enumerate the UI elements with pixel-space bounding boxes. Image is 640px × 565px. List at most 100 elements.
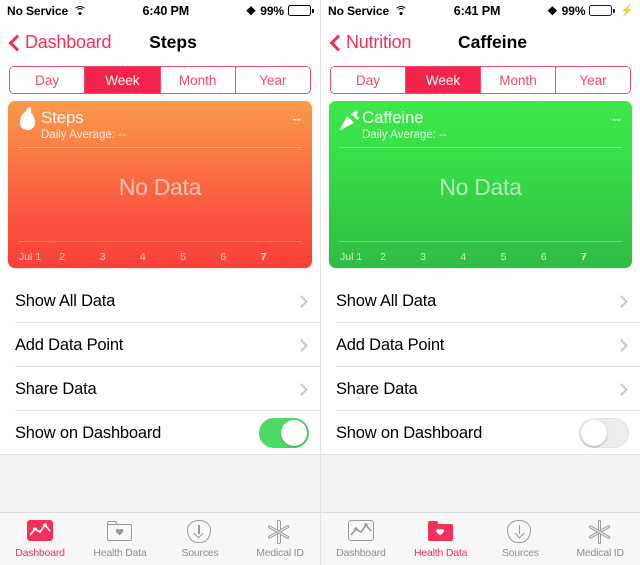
segment-week[interactable]: Week	[406, 67, 481, 93]
list-item-show-all-data[interactable]: Show All Data	[321, 279, 640, 323]
chart-card-header: Steps Daily Average: -- --	[8, 101, 312, 141]
carrier-label: No Service	[328, 3, 390, 18]
tab-bar: Dashboard Health Data Sources Medical ID	[0, 512, 320, 565]
battery-icon	[288, 5, 314, 16]
chevron-left-icon	[9, 34, 20, 52]
chart-top-rule	[339, 147, 622, 148]
bluetooth-icon: ❖	[547, 3, 558, 18]
back-button-label: Dashboard	[25, 32, 112, 52]
empty-space	[0, 455, 320, 512]
tab-label: Medical ID	[256, 546, 304, 559]
folder-heart-icon	[107, 520, 133, 544]
battery-icon	[589, 5, 616, 16]
show-on-dashboard-toggle[interactable]	[579, 418, 629, 448]
nav-bar: Dashboard Steps	[0, 21, 320, 64]
tab-medical-id[interactable]: Medical ID	[240, 513, 320, 565]
back-button[interactable]: Nutrition	[321, 32, 411, 53]
axis-tick: 2	[380, 251, 386, 263]
tab-sources[interactable]: Sources	[160, 513, 240, 565]
list-item-label: Show All Data	[336, 291, 437, 310]
segmented-control[interactable]: Day Week Month Year	[330, 66, 631, 94]
chart-card-title: Caffeine	[362, 108, 424, 127]
chart-card-subtitle: Daily Average: --	[41, 129, 126, 141]
chart-card[interactable]: Steps Daily Average: -- -- No Data Jul 1…	[8, 101, 312, 268]
segment-day[interactable]: Day	[10, 67, 86, 93]
chart-card-title: Steps	[41, 108, 84, 127]
status-left: No Service	[328, 3, 408, 18]
chart-card-value: --	[292, 111, 301, 126]
tab-medical-id[interactable]: Medical ID	[560, 513, 640, 565]
chart-x-axis: Jul 1 2 3 4 5 6 7	[340, 251, 621, 263]
list-item-label: Show on Dashboard	[336, 423, 483, 442]
list-item-show-on-dashboard[interactable]: Show on Dashboard	[321, 411, 640, 455]
options-list: Show All Data Add Data Point Share Data …	[0, 279, 320, 455]
status-bar: No Service 6:41 PM ❖ 99% ⚡	[321, 0, 640, 21]
tab-label: Dashboard	[336, 546, 386, 559]
segment-month[interactable]: Month	[481, 67, 556, 93]
segment-month[interactable]: Month	[160, 67, 236, 93]
list-item-share-data[interactable]: Share Data	[0, 367, 320, 411]
chart-card[interactable]: Caffeine Daily Average: -- -- No Data Ju…	[329, 101, 632, 268]
back-button-label: Nutrition	[346, 32, 412, 52]
tab-dashboard[interactable]: Dashboard	[321, 513, 401, 565]
status-bar: No Service 6:40 PM ❖ 99%	[0, 0, 320, 21]
wifi-icon	[73, 5, 87, 16]
segmented-control-wrap: Day Week Month Year	[321, 64, 640, 101]
axis-tick: 4	[139, 251, 146, 263]
axis-tick: 5	[500, 251, 507, 263]
axis-tick: 7	[580, 251, 587, 263]
nav-bar: Nutrition Caffeine	[321, 21, 640, 64]
dashboard-chart-icon	[347, 519, 374, 544]
list-item-label: Share Data	[15, 379, 97, 398]
axis-tick: Jul 1	[340, 251, 363, 263]
status-right: ❖ 99% ⚡	[547, 4, 634, 18]
chart-empty-label: No Data	[118, 174, 202, 200]
dual-screenshot: No Service 6:40 PM ❖ 99% Dashboard Steps…	[0, 0, 640, 565]
battery-percent-label: 99%	[561, 3, 586, 18]
tab-label: Sources	[501, 546, 539, 559]
chart-x-axis: Jul 1 2 3 4 5 6 7	[19, 251, 301, 263]
segment-year[interactable]: Year	[235, 67, 310, 93]
tab-dashboard[interactable]: Dashboard	[0, 513, 80, 565]
chart-card-subtitle: Daily Average: --	[362, 129, 447, 141]
back-button[interactable]: Dashboard	[0, 32, 111, 53]
show-on-dashboard-toggle[interactable]	[259, 418, 309, 448]
chart-card-header: Caffeine Daily Average: -- --	[329, 101, 632, 141]
chart-axis-rule	[18, 241, 302, 242]
segmented-control-wrap: Day Week Month Year	[0, 64, 320, 101]
segmented-control[interactable]: Day Week Month Year	[9, 66, 311, 94]
axis-tick: 5	[180, 251, 186, 263]
list-item-add-data-point[interactable]: Add Data Point	[321, 323, 640, 367]
dashboard-chart-icon	[27, 519, 53, 544]
list-item-show-on-dashboard[interactable]: Show on Dashboard	[0, 411, 320, 455]
list-item-add-data-point[interactable]: Add Data Point	[0, 323, 320, 367]
axis-tick: 6	[220, 251, 227, 263]
chart-card-area: Caffeine Daily Average: -- -- No Data Ju…	[321, 101, 640, 268]
list-item-show-all-data[interactable]: Show All Data	[0, 279, 320, 323]
flame-icon	[17, 108, 41, 141]
axis-tick: 4	[460, 251, 467, 263]
list-item-share-data[interactable]: Share Data	[321, 367, 640, 411]
chevron-right-icon	[615, 382, 628, 396]
list-item-label: Add Data Point	[15, 335, 124, 354]
chevron-left-icon	[330, 34, 341, 52]
axis-tick: 6	[540, 251, 547, 263]
screen-steps: No Service 6:40 PM ❖ 99% Dashboard Steps…	[0, 0, 320, 565]
tab-health-data[interactable]: Health Data	[80, 513, 160, 565]
carrier-label: No Service	[7, 3, 69, 18]
status-right: ❖ 99%	[246, 4, 314, 18]
chevron-right-icon	[295, 382, 308, 396]
download-arrow-icon	[507, 519, 533, 544]
segment-year[interactable]: Year	[556, 67, 630, 93]
segment-day[interactable]: Day	[331, 67, 406, 93]
axis-tick: Jul 1	[19, 251, 42, 263]
tab-health-data[interactable]: Health Data	[401, 513, 481, 565]
chart-card-area: Steps Daily Average: -- -- No Data Jul 1…	[0, 101, 320, 268]
axis-tick: 2	[59, 251, 66, 263]
axis-tick: 3	[420, 251, 427, 263]
tab-label: Health Data	[93, 546, 147, 559]
segment-week[interactable]: Week	[85, 67, 161, 93]
tab-sources[interactable]: Sources	[481, 513, 561, 565]
list-item-label: Add Data Point	[336, 335, 445, 354]
folder-heart-icon	[427, 520, 454, 544]
